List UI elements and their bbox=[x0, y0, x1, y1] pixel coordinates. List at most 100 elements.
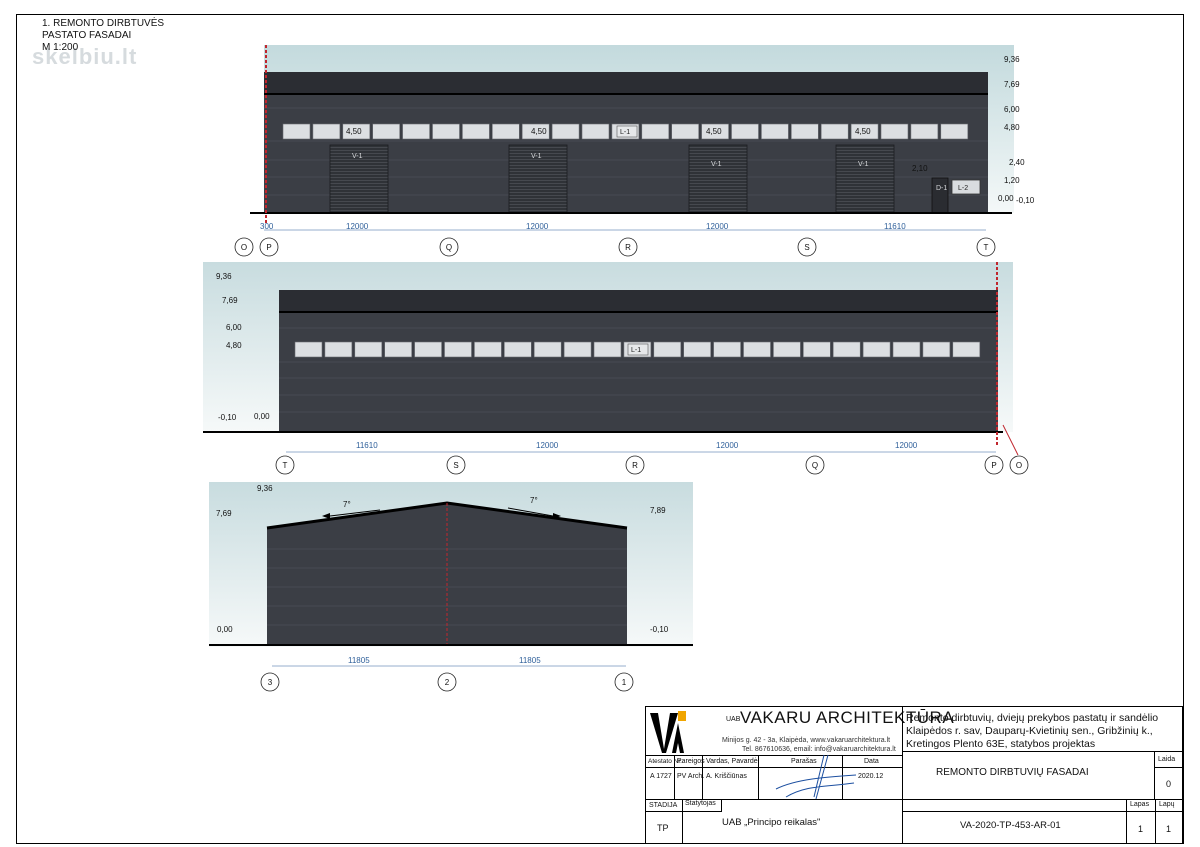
company-logo bbox=[648, 709, 688, 755]
door-level: 2,10 bbox=[912, 164, 928, 173]
door-level: 4,50 bbox=[346, 127, 362, 136]
level-label: 6,00 bbox=[1004, 105, 1020, 114]
window-pane bbox=[593, 341, 622, 358]
title-block: UAB VAKARU ARCHITEKTŪRA Minijos g. 42 - … bbox=[645, 706, 1184, 844]
slope-label: 7° bbox=[343, 500, 351, 509]
window-pane bbox=[282, 123, 311, 140]
dim-label: 12000 bbox=[536, 441, 559, 450]
header-role: Pareigos bbox=[677, 758, 705, 765]
edition-label: Laida bbox=[1158, 756, 1176, 763]
sheets-value: 1 bbox=[1166, 824, 1172, 834]
level-label: 9,36 bbox=[257, 484, 273, 493]
signature bbox=[775, 754, 857, 800]
edition-value: 0 bbox=[1166, 779, 1172, 789]
window-pane bbox=[683, 341, 712, 358]
window-pane bbox=[731, 123, 759, 140]
door-level: 4,50 bbox=[706, 127, 722, 136]
window-pane bbox=[790, 123, 819, 140]
project-line: Klaipėdos r. sav, Dauparų-Kvietinių sen.… bbox=[906, 725, 1153, 737]
gate-door bbox=[688, 144, 748, 214]
axis-label: R bbox=[632, 461, 638, 470]
level-label: 1,20 bbox=[1004, 176, 1020, 185]
level-label: 7,89 bbox=[650, 506, 666, 515]
drawing-sheet: skelbiu.lt 1. REMONTO DIRBTUVĖS PASTATO … bbox=[0, 0, 1200, 847]
company-address: Minijos g. 42 - 3a, Klaipėda, www.vakaru… bbox=[722, 737, 891, 744]
axis-label: O bbox=[241, 243, 247, 252]
builder-label: Statytojas bbox=[685, 800, 716, 807]
axis-label: T bbox=[984, 243, 989, 252]
window-pane bbox=[324, 341, 353, 358]
dim-label: 12000 bbox=[346, 222, 369, 231]
axis-label: 3 bbox=[268, 678, 273, 687]
builder-value: UAB „Principo reikalas" bbox=[722, 817, 821, 828]
role-value: PV Arch. bbox=[677, 773, 705, 780]
window-pane bbox=[414, 341, 442, 358]
window-pane bbox=[892, 341, 921, 358]
window-pane bbox=[444, 341, 472, 358]
level-label: -0,10 bbox=[218, 413, 237, 422]
window-pane bbox=[940, 123, 969, 140]
window-tag: L-2 bbox=[958, 185, 968, 192]
level-label: 4,80 bbox=[1004, 123, 1020, 132]
small-door bbox=[931, 177, 949, 214]
window-pane bbox=[761, 123, 789, 140]
stage-label: STADIJA bbox=[649, 802, 678, 809]
door-tag: V-1 bbox=[711, 161, 722, 168]
door-level: 4,50 bbox=[531, 127, 547, 136]
window-pane bbox=[462, 123, 490, 140]
window-pane bbox=[910, 123, 939, 140]
level-label: 0,00 bbox=[998, 194, 1014, 203]
sheets-label: Lapų bbox=[1159, 801, 1175, 808]
dim-label: 12000 bbox=[716, 441, 739, 450]
stage-value: TP bbox=[657, 823, 669, 833]
header-date: Data bbox=[864, 758, 879, 765]
window-tag: L-1 bbox=[631, 347, 641, 354]
window-pane bbox=[432, 123, 460, 140]
window-pane bbox=[581, 123, 610, 140]
sheet-label: Lapas bbox=[1130, 801, 1150, 808]
company-prefix: UAB bbox=[726, 716, 741, 723]
window-pane bbox=[294, 341, 323, 358]
door-level: 4,50 bbox=[855, 127, 871, 136]
axis-label: P bbox=[991, 461, 996, 470]
level-label: -0,10 bbox=[1016, 196, 1035, 205]
window-pane bbox=[713, 341, 741, 358]
door-tag: D-1 bbox=[936, 185, 947, 192]
roof-band bbox=[264, 72, 988, 94]
window-pane bbox=[354, 341, 383, 358]
level-label: 6,00 bbox=[226, 323, 242, 332]
window-pane bbox=[312, 123, 341, 140]
window-pane bbox=[922, 341, 951, 358]
level-label: 0,00 bbox=[254, 412, 270, 421]
level-label: -0,10 bbox=[650, 625, 669, 634]
window-pane bbox=[671, 123, 700, 140]
level-label: 7,69 bbox=[222, 296, 238, 305]
axis-label: P bbox=[266, 243, 271, 252]
window-pane bbox=[402, 123, 430, 140]
dim-label: 11610 bbox=[356, 441, 378, 450]
axis-label: 2 bbox=[445, 678, 450, 687]
level-label: 0,00 bbox=[217, 625, 233, 634]
facade-2 bbox=[203, 262, 1019, 456]
window-pane bbox=[820, 123, 849, 140]
window-pane bbox=[563, 341, 592, 358]
level-label: 4,80 bbox=[226, 341, 242, 350]
window-pane bbox=[503, 341, 532, 358]
level-label: 9,36 bbox=[1004, 55, 1020, 64]
window-pane bbox=[641, 123, 670, 140]
dim-label: 11805 bbox=[348, 656, 370, 665]
window-pane bbox=[653, 341, 682, 358]
level-label: 9,36 bbox=[216, 272, 232, 281]
gate-door bbox=[835, 144, 895, 214]
header-name: Vardas, Pavardė bbox=[706, 758, 758, 765]
window-pane bbox=[880, 123, 909, 140]
window-pane bbox=[773, 341, 801, 358]
facade-3: 7° 7° bbox=[209, 482, 693, 647]
window-pane bbox=[802, 341, 831, 358]
axis-label: T bbox=[283, 461, 288, 470]
axis-label: 1 bbox=[622, 678, 627, 687]
window-pane bbox=[551, 123, 580, 140]
dim-label: 300 bbox=[260, 222, 274, 231]
door-tag: V-1 bbox=[858, 161, 869, 168]
dim-label: 12000 bbox=[895, 441, 918, 450]
